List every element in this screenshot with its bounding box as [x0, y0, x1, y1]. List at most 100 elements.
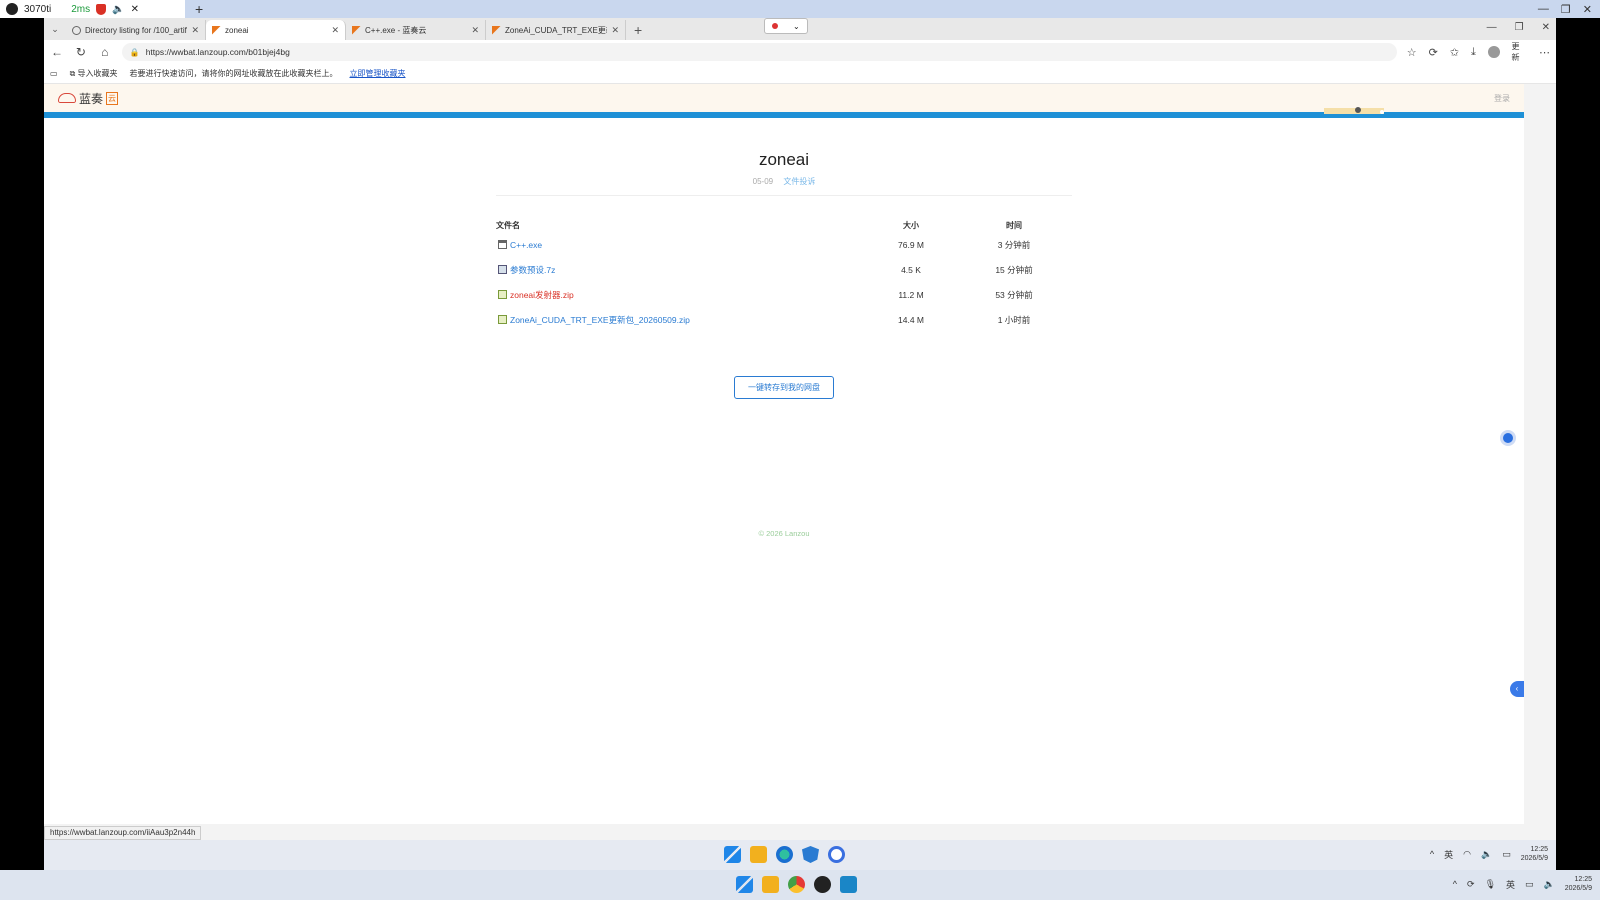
logo-text: 蓝奏: [79, 91, 104, 106]
file-size: 11.2 M: [898, 289, 924, 300]
network-icon[interactable]: ▭: [1525, 879, 1534, 890]
site-logo[interactable]: 蓝奏 云: [58, 90, 119, 107]
file-explorer-icon[interactable]: [762, 876, 779, 893]
input-language[interactable]: 英: [1506, 878, 1515, 891]
mic-icon[interactable]: 🎙: [1485, 879, 1496, 890]
remote-app-icon[interactable]: [840, 876, 857, 893]
zip-icon: [498, 290, 507, 299]
archive-icon: [498, 265, 507, 274]
chrome-icon[interactable]: [788, 876, 805, 893]
favorites-icon[interactable]: ✩: [1450, 46, 1459, 59]
tab-directory-listing[interactable]: Directory listing for /100_artifacts/ ✕: [66, 20, 206, 40]
clock[interactable]: 12:25 2026/5/9: [1565, 875, 1592, 893]
file-time: 1 小时前: [997, 314, 1031, 325]
url-field[interactable]: 🔒 https://wwbat.lanzoup.com/b01bjej4bg: [121, 43, 1397, 61]
close-icon[interactable]: ✕: [131, 4, 139, 15]
browser-close-icon[interactable]: ✕: [1542, 22, 1550, 33]
copyright: © 2026 Lanzou: [758, 529, 810, 538]
cloud-icon: [58, 93, 76, 103]
downloads-icon[interactable]: ⤓: [1471, 46, 1476, 59]
battery-icon[interactable]: ▭: [1502, 849, 1511, 860]
file-link[interactable]: C++.exe: [510, 240, 542, 250]
tab-close-icon[interactable]: ✕: [611, 25, 619, 36]
login-link[interactable]: 登录: [1494, 93, 1510, 104]
new-remote-tab-button[interactable]: +: [195, 1, 203, 17]
start-icon[interactable]: [736, 876, 753, 893]
sidebar-expand-button[interactable]: ‹: [1510, 681, 1524, 697]
browser-tab-bar: ⌄ Directory listing for /100_artifacts/ …: [44, 18, 1556, 40]
tab-cpp-exe[interactable]: C++.exe - 蓝奏云 ✕: [346, 20, 486, 40]
start-icon[interactable]: [724, 846, 741, 863]
save-to-drive-button[interactable]: 一键转存到我的网盘: [734, 376, 834, 399]
url-text: https://wwbat.lanzoup.com/b01bjej4bg: [145, 47, 290, 57]
recording-indicator[interactable]: ⌄: [764, 18, 808, 34]
file-size: 4.5 K: [901, 264, 921, 275]
manage-favorites-link[interactable]: 立即管理收藏夹: [350, 68, 406, 79]
shield-icon[interactable]: [96, 3, 107, 15]
input-language[interactable]: 英: [1444, 848, 1453, 861]
globe-icon: [72, 25, 81, 35]
tab-title: C++.exe - 蓝奏云: [365, 25, 427, 35]
divider: [496, 195, 1072, 196]
close-window-icon[interactable]: ✕: [1583, 3, 1592, 16]
edge-icon[interactable]: [776, 846, 793, 863]
app-circle-icon[interactable]: [828, 846, 845, 863]
folder-meta: 05-09 文件投诉: [496, 176, 1072, 187]
zip-icon: [498, 315, 507, 324]
sync-icon[interactable]: ⟳: [1467, 879, 1475, 890]
file-size: 14.4 M: [898, 314, 924, 325]
extensions-icon[interactable]: ⟳: [1429, 46, 1438, 59]
volume-icon[interactable]: 🔈: [1544, 879, 1555, 890]
column-header-name: 文件名: [496, 220, 520, 230]
decor-illustration-icon: [1324, 107, 1384, 114]
defender-icon[interactable]: [802, 846, 819, 863]
reading-icon[interactable]: ▭: [50, 69, 58, 78]
browser-restore-icon[interactable]: ❐: [1515, 22, 1524, 33]
tab-close-icon[interactable]: ✕: [331, 25, 339, 36]
file-link[interactable]: zoneai发射器.zip: [510, 289, 574, 301]
file-explorer-icon[interactable]: [750, 846, 767, 863]
report-link[interactable]: 文件投诉: [783, 177, 815, 186]
speaker-icon[interactable]: 🔈: [112, 4, 124, 15]
new-tab-button[interactable]: +: [626, 20, 650, 40]
back-arrow-icon[interactable]: ←: [50, 45, 64, 59]
volume-icon[interactable]: 🔈: [1481, 849, 1492, 860]
home-icon[interactable]: ⌂: [98, 45, 112, 59]
update-button[interactable]: 更新: [1512, 41, 1527, 63]
tray-chevron-icon[interactable]: ^: [1453, 879, 1457, 889]
refresh-icon[interactable]: ↻: [74, 45, 88, 59]
table-row: ZoneAi_CUDA_TRT_EXE更新包_20260509.zip 14.4…: [496, 307, 1072, 332]
wifi-icon[interactable]: ◠: [1463, 849, 1471, 860]
maximize-icon[interactable]: ❐: [1561, 3, 1571, 16]
chevron-down-icon: ⌄: [792, 21, 800, 31]
tab-close-icon[interactable]: ✕: [471, 25, 479, 36]
tab-zoneai[interactable]: zoneai ✕: [206, 20, 346, 40]
more-menu-icon[interactable]: ⋯: [1539, 46, 1550, 59]
import-favorites-button[interactable]: ⧉ 导入收藏夹: [70, 68, 118, 79]
remote-screen: ⌄ Directory listing for /100_artifacts/ …: [44, 18, 1556, 870]
file-size: 76.9 M: [898, 239, 924, 250]
file-time: 3 分钟前: [997, 239, 1031, 250]
bookmark-bar: ▭ ⧉ 导入收藏夹 若要进行快速访问，请将你的网址收藏放在此收藏夹栏上。 立即管…: [44, 64, 1556, 84]
lock-icon[interactable]: 🔒: [130, 48, 140, 57]
clock[interactable]: 12:25 2026/5/9: [1521, 845, 1548, 863]
file-time: 53 分钟前: [995, 289, 1033, 300]
star-icon[interactable]: ☆: [1407, 46, 1417, 59]
app-dark-icon[interactable]: [814, 876, 831, 893]
floating-assistant-button[interactable]: [1500, 430, 1516, 446]
file-link[interactable]: ZoneAi_CUDA_TRT_EXE更新包_20260509.zip: [510, 314, 690, 326]
tab-actions-chevron-icon[interactable]: ⌄: [44, 18, 66, 40]
file-link[interactable]: 参数预设.7z: [510, 264, 555, 276]
record-dot-icon: [772, 23, 779, 29]
folder-content: zoneai 05-09 文件投诉 文件名 大小 时间 C++.exe 76.9…: [496, 118, 1072, 538]
file-time: 15 分钟前: [995, 264, 1033, 275]
tab-close-icon[interactable]: ✕: [191, 25, 199, 36]
browser-minimize-icon[interactable]: —: [1487, 22, 1497, 33]
address-bar-row: ← ↻ ⌂ 🔒 https://wwbat.lanzoup.com/b01bje…: [44, 40, 1556, 64]
tab-zoneai-update[interactable]: ZoneAi_CUDA_TRT_EXE更新包_2026 ✕: [486, 20, 626, 40]
minimize-icon[interactable]: —: [1538, 3, 1549, 16]
remote-tab[interactable]: 3070ti 2ms 🔈 ✕: [0, 0, 185, 18]
tray-chevron-icon[interactable]: ^: [1430, 849, 1434, 859]
profile-avatar[interactable]: [1487, 46, 1500, 58]
table-row: C++.exe 76.9 M 3 分钟前: [496, 232, 1072, 257]
